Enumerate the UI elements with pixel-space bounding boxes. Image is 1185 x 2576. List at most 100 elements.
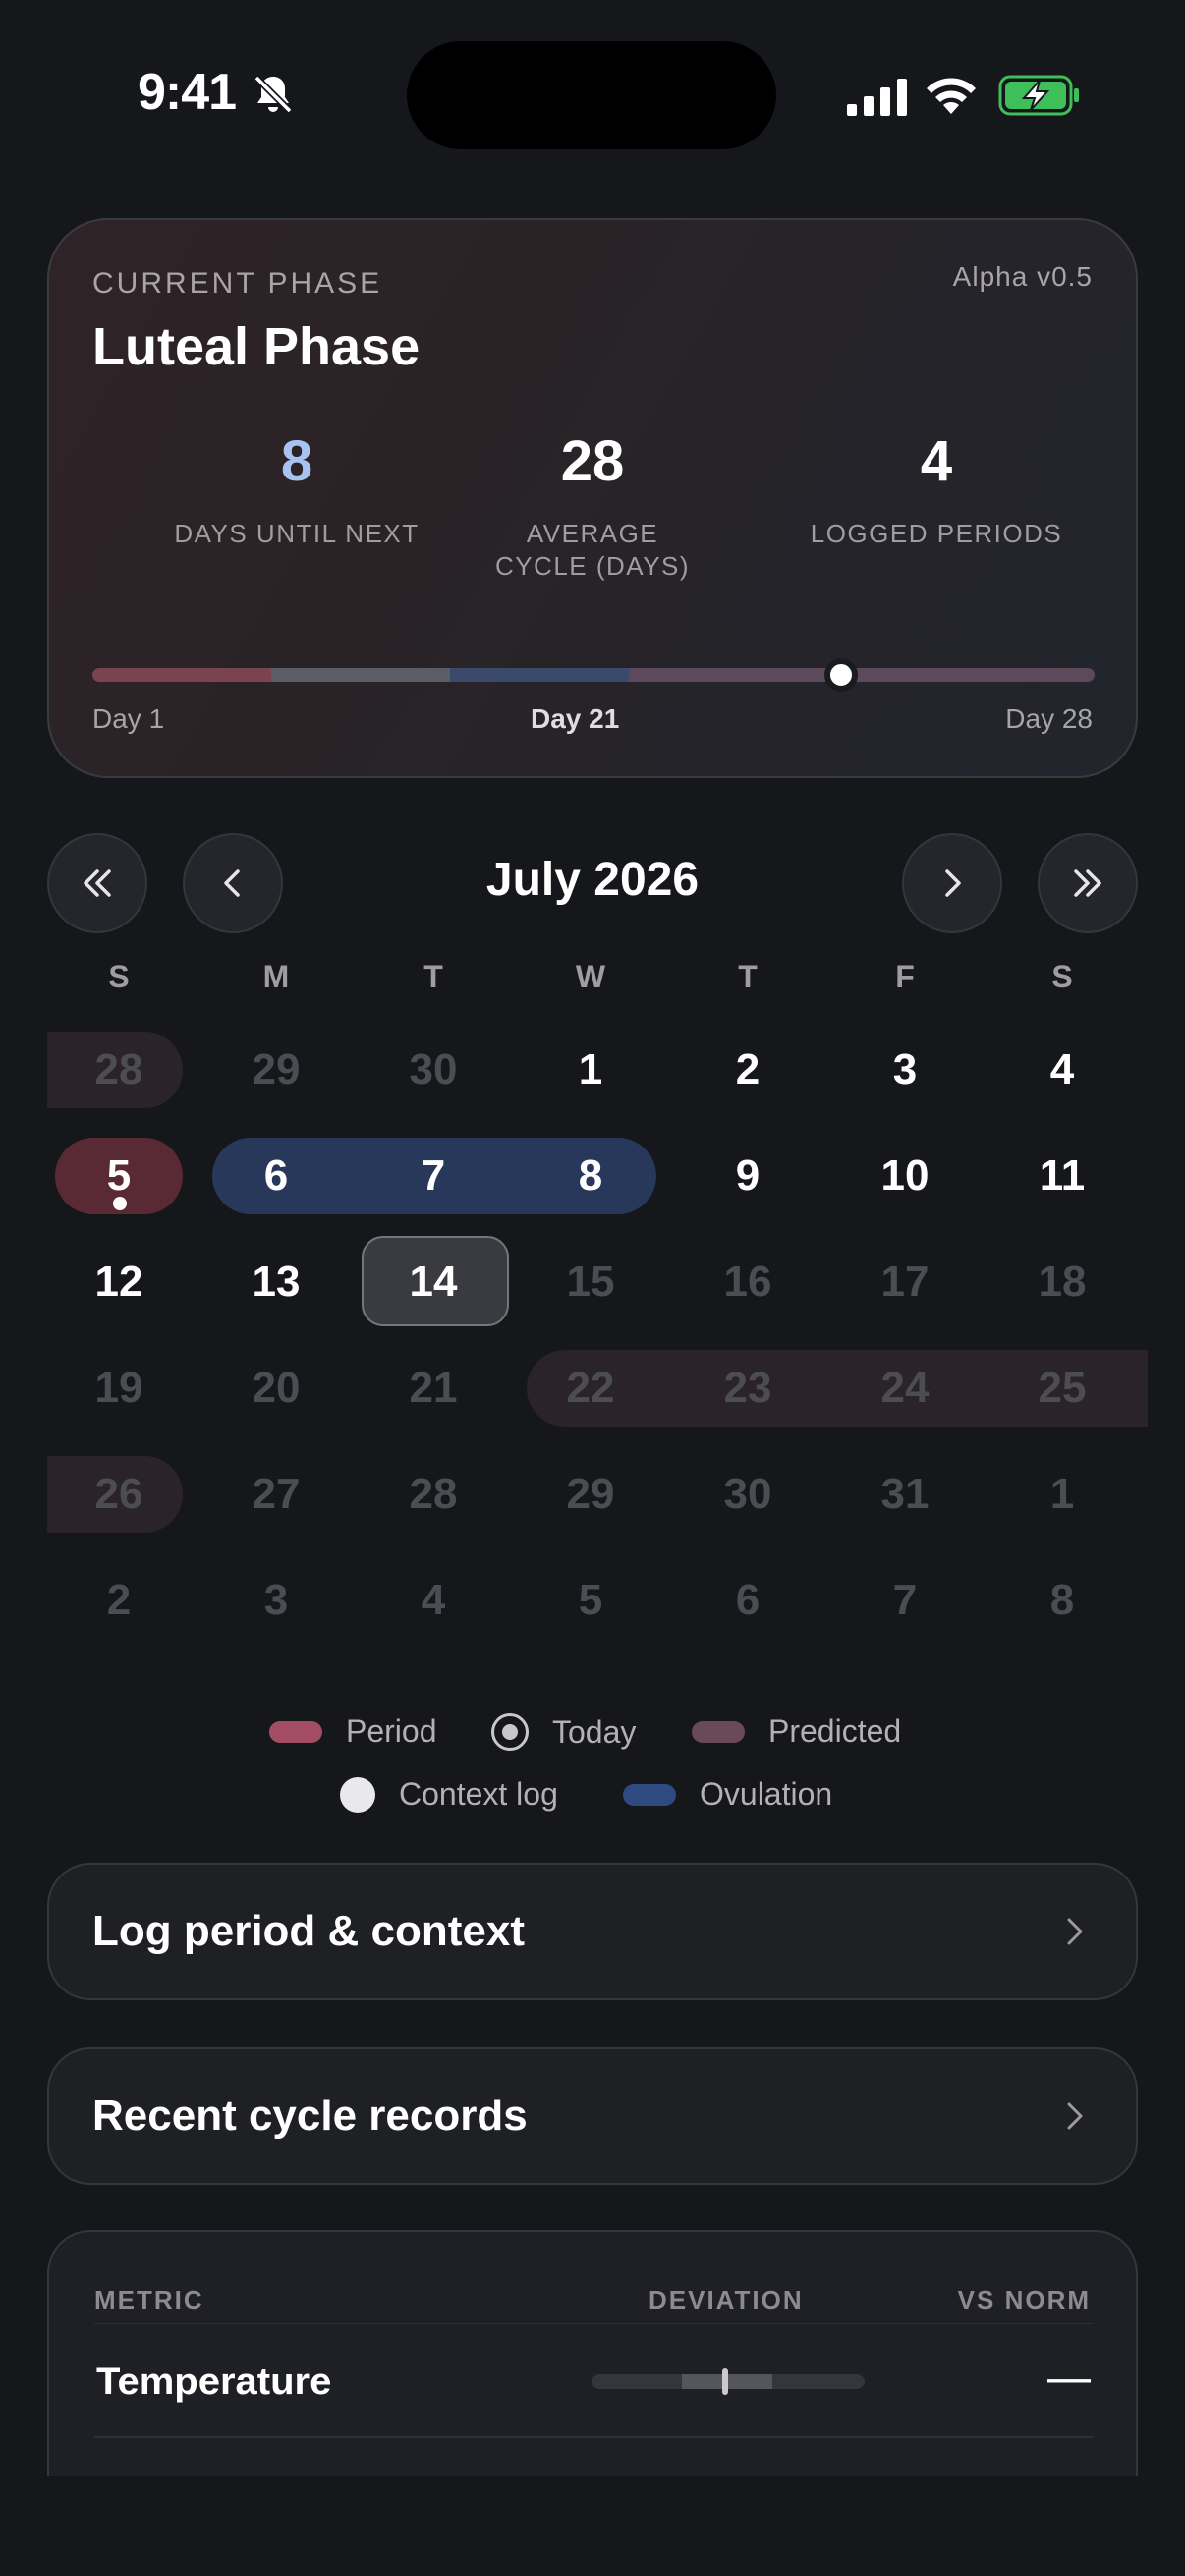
double-chevron-right-icon: [1074, 869, 1101, 897]
calendar-day[interactable]: 2: [669, 1032, 826, 1108]
legend-today: Today: [491, 1713, 636, 1751]
stat-average-cycle: 28 AVERAGE CYCLE (DAYS): [425, 428, 760, 583]
calendar-day[interactable]: 29: [512, 1456, 669, 1533]
calendar-day[interactable]: 15: [512, 1244, 669, 1320]
legend-swatch-predicted: [692, 1720, 745, 1743]
calendar-day[interactable]: 28: [355, 1456, 512, 1533]
weekday-tue: T: [423, 959, 443, 994]
column-header-metric: METRIC: [94, 2285, 204, 2315]
divider: [94, 2323, 1093, 2324]
weekday-mon: M: [262, 959, 290, 994]
calendar-day[interactable]: 8: [984, 1562, 1141, 1639]
log-period-button[interactable]: Log period & context: [47, 1863, 1138, 2000]
calendar-day[interactable]: 1: [512, 1032, 669, 1108]
progress-current-day-marker: [824, 658, 858, 692]
context-log-dot: [113, 1197, 127, 1210]
calendar-day[interactable]: 19: [40, 1350, 198, 1427]
divider: [94, 2436, 1093, 2438]
stat-value: 8: [280, 429, 313, 493]
stat-value: 4: [920, 429, 953, 493]
calendar-day-predicted[interactable]: 25: [984, 1350, 1141, 1427]
stat-caption: AVERAGE CYCLE (DAYS): [494, 519, 691, 581]
calendar-day[interactable]: 21: [355, 1350, 512, 1427]
deviation-marker: [722, 2368, 728, 2395]
double-chevron-left-icon: [84, 869, 111, 897]
weekday-wed: W: [575, 959, 606, 994]
progress-start-label: Day 1: [92, 703, 165, 734]
battery-charging-icon: [998, 75, 1079, 116]
calendar-day[interactable]: 29: [198, 1032, 355, 1108]
calendar-day[interactable]: 3: [198, 1562, 355, 1639]
calendar-day-ovulation[interactable]: 8: [512, 1138, 669, 1214]
calendar-day[interactable]: 28: [40, 1032, 198, 1108]
weekday-sun: S: [108, 959, 130, 994]
calendar-day[interactable]: 13: [198, 1244, 355, 1320]
calendar-day[interactable]: 10: [826, 1138, 984, 1214]
calendar-day[interactable]: 1: [984, 1456, 1141, 1533]
calendar-day-ovulation[interactable]: 7: [355, 1138, 512, 1214]
progress-current-label: Day 21: [531, 703, 620, 734]
calendar-day[interactable]: 27: [198, 1456, 355, 1533]
legend-predicted: Predicted: [692, 1713, 901, 1750]
current-phase-card: CURRENT PHASE Alpha v0.5 Luteal Phase 8 …: [47, 218, 1138, 778]
calendar-day[interactable]: 4: [984, 1032, 1141, 1108]
calendar-day[interactable]: 9: [669, 1138, 826, 1214]
status-bar: 9:41: [0, 0, 1185, 187]
status-time: 9:41: [138, 64, 237, 121]
stat-days-until-next: 8 DAYS UNTIL NEXT: [130, 428, 464, 550]
legend-label: Today: [552, 1713, 637, 1750]
stat-caption: LOGGED PERIODS: [810, 519, 1063, 548]
dynamic-island: [407, 41, 776, 149]
previous-month-button[interactable]: [183, 833, 283, 933]
legend-period: Period: [269, 1713, 437, 1750]
column-header-deviation: DEVIATION: [649, 2285, 804, 2315]
calendar-day[interactable]: 16: [669, 1244, 826, 1320]
metric-vs-norm: —: [1047, 2354, 1091, 2402]
calendar-day[interactable]: 3: [826, 1032, 984, 1108]
calendar-day[interactable]: 20: [198, 1350, 355, 1427]
calendar-day[interactable]: 11: [984, 1138, 1141, 1214]
calendar-day-today[interactable]: 14: [355, 1244, 512, 1320]
log-period-label: Log period & context: [92, 1907, 525, 1955]
calendar-day[interactable]: 5: [512, 1562, 669, 1639]
calendar-day-predicted[interactable]: 23: [669, 1350, 826, 1427]
calendar-day[interactable]: 2: [40, 1562, 198, 1639]
legend-swatch-ovulation: [623, 1783, 676, 1806]
column-header-vs-norm: VS NORM: [957, 2285, 1091, 2315]
legend-label: Context log: [399, 1776, 558, 1812]
calendar-day[interactable]: 30: [669, 1456, 826, 1533]
calendar-day[interactable]: 6: [669, 1562, 826, 1639]
calendar-day[interactable]: 7: [826, 1562, 984, 1639]
chevron-left-icon: [224, 869, 240, 897]
calendar-day-ovulation[interactable]: 6: [198, 1138, 355, 1214]
recent-cycle-records-button[interactable]: Recent cycle records: [47, 2047, 1138, 2185]
metric-name: Temperature: [96, 2360, 332, 2403]
cycle-progress-bar: [92, 658, 1095, 692]
legend-label: Predicted: [768, 1713, 902, 1749]
next-month-button[interactable]: [902, 833, 1002, 933]
calendar-day[interactable]: 17: [826, 1244, 984, 1320]
stat-logged-periods: 4 LOGGED PERIODS: [769, 428, 1103, 550]
previous-year-button[interactable]: [47, 833, 147, 933]
legend-label: Period: [346, 1713, 437, 1749]
wifi-icon: [927, 78, 976, 114]
calendar-day[interactable]: 12: [40, 1244, 198, 1320]
next-year-button[interactable]: [1038, 833, 1138, 933]
calendar-day-predicted[interactable]: 24: [826, 1350, 984, 1427]
calendar-day[interactable]: 30: [355, 1032, 512, 1108]
calendar-day-predicted[interactable]: 22: [512, 1350, 669, 1427]
chevron-right-icon: [945, 869, 961, 897]
progress-segment-period: [92, 668, 271, 682]
weekday-sat: S: [1051, 959, 1073, 994]
progress-segment-ovulation: [450, 668, 629, 682]
bell-muted-icon: [254, 75, 293, 114]
legend-context-log: Context log: [340, 1776, 558, 1813]
weekday-fri: F: [895, 959, 915, 994]
month-title: July 2026: [485, 854, 700, 906]
calendar-day[interactable]: 31: [826, 1456, 984, 1533]
chevron-right-icon: [1067, 2102, 1083, 2130]
calendar-day[interactable]: 18: [984, 1244, 1141, 1320]
calendar-day[interactable]: 4: [355, 1562, 512, 1639]
calendar-day-predicted[interactable]: 26: [40, 1456, 198, 1533]
recent-records-label: Recent cycle records: [92, 2092, 528, 2140]
